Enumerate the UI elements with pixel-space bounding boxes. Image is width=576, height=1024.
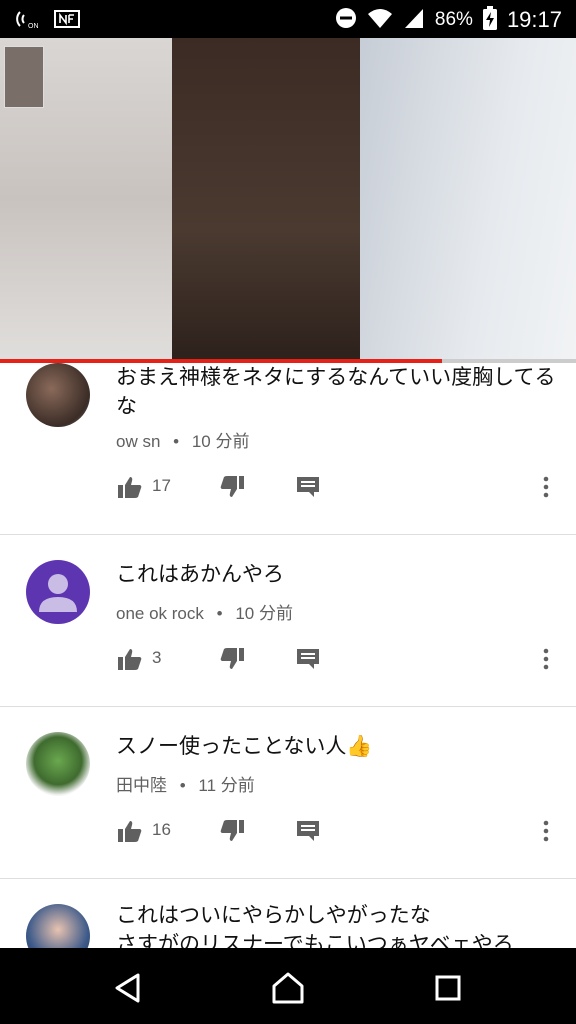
battery-charging-icon: [482, 6, 497, 34]
thumbs-down-icon[interactable]: [218, 473, 246, 501]
meta-separator: •: [173, 432, 180, 451]
svg-text:ON: ON: [28, 23, 39, 30]
comment-time: 10 分前: [191, 432, 250, 451]
user-avatar[interactable]: [26, 732, 90, 796]
meta-separator: •: [216, 604, 223, 623]
comment-actions: 3: [116, 645, 556, 675]
meta-separator: •: [179, 776, 186, 795]
clock: 19:17: [506, 7, 562, 32]
more-options-icon[interactable]: [532, 817, 560, 845]
video-player[interactable]: [0, 38, 576, 360]
comment-text: スノー使ったことない人👍: [116, 734, 373, 758]
thumbs-down-icon[interactable]: [218, 645, 246, 673]
status-bar: ON 86% 19:17: [0, 0, 576, 38]
comment-text: これはあかんやろ: [116, 562, 284, 586]
back-icon[interactable]: [106, 966, 150, 1010]
more-options-icon[interactable]: [532, 645, 560, 673]
comment-item: スノー使ったことない人👍 田中陸 • 11 分前 16: [0, 707, 576, 879]
default-avatar-icon[interactable]: [26, 560, 90, 624]
comment-author[interactable]: 田中陸: [116, 776, 167, 795]
comment-item: これはついにやらかしやがったな さすがのリスナーでもこいつぁヤベェやろ: [0, 879, 576, 948]
comment-actions: 17: [116, 473, 556, 503]
user-avatar[interactable]: [26, 904, 90, 948]
hd-voice-icon: ON: [16, 8, 40, 34]
battery-percent: 86%: [434, 9, 473, 30]
comment-meta: ow sn • 10 分前: [116, 427, 249, 452]
comment-author[interactable]: ow sn: [116, 432, 160, 451]
recent-apps-icon[interactable]: [426, 966, 470, 1010]
comment-time: 10 分前: [235, 604, 293, 623]
home-icon[interactable]: [266, 966, 310, 1010]
thumbs-up-icon[interactable]: [116, 645, 144, 673]
nfc-icon: [54, 9, 80, 33]
comment-author[interactable]: one ok rock: [116, 604, 204, 623]
thumbs-up-icon[interactable]: [116, 817, 144, 845]
like-count: 17: [152, 476, 171, 495]
picture-in-picture-thumbnail: [4, 46, 44, 108]
comment-text: これはついにやらかしやがったな さすがのリスナーでもこいつぁヤベェやろ: [116, 903, 514, 948]
comment-text: おまえ神様をネタにするなんていい度胸してるな: [116, 365, 556, 418]
reply-icon[interactable]: [294, 645, 322, 673]
comment-meta: one ok rock • 10 分前: [116, 599, 293, 624]
video-frame-right: [360, 38, 576, 360]
comment-item: おまえ神様をネタにするなんていい度胸してるな ow sn • 10 分前 17: [0, 363, 576, 535]
wifi-icon: [367, 7, 393, 33]
comment-item: これはあかんやろ one ok rock • 10 分前 3: [0, 535, 576, 707]
comment-meta: 田中陸 • 11 分前: [116, 771, 255, 796]
reply-icon[interactable]: [294, 817, 322, 845]
like-count: 3: [152, 648, 162, 667]
thumbs-up-icon[interactable]: [116, 473, 144, 501]
video-frame-left: [0, 38, 172, 360]
user-avatar[interactable]: [26, 363, 90, 427]
reply-icon[interactable]: [294, 473, 322, 501]
do-not-disturb-icon: [335, 7, 357, 33]
signal-icon: [403, 7, 425, 33]
video-frame-middle: [172, 38, 360, 360]
like-count: 16: [152, 820, 171, 839]
navigation-bar: [0, 948, 576, 1024]
thumbs-down-icon[interactable]: [218, 817, 246, 845]
comment-list[interactable]: おまえ神様をネタにするなんていい度胸してるな ow sn • 10 分前 17: [0, 363, 576, 948]
more-options-icon[interactable]: [532, 473, 560, 501]
comment-actions: 16: [116, 817, 556, 847]
comment-time: 11 分前: [198, 776, 255, 795]
